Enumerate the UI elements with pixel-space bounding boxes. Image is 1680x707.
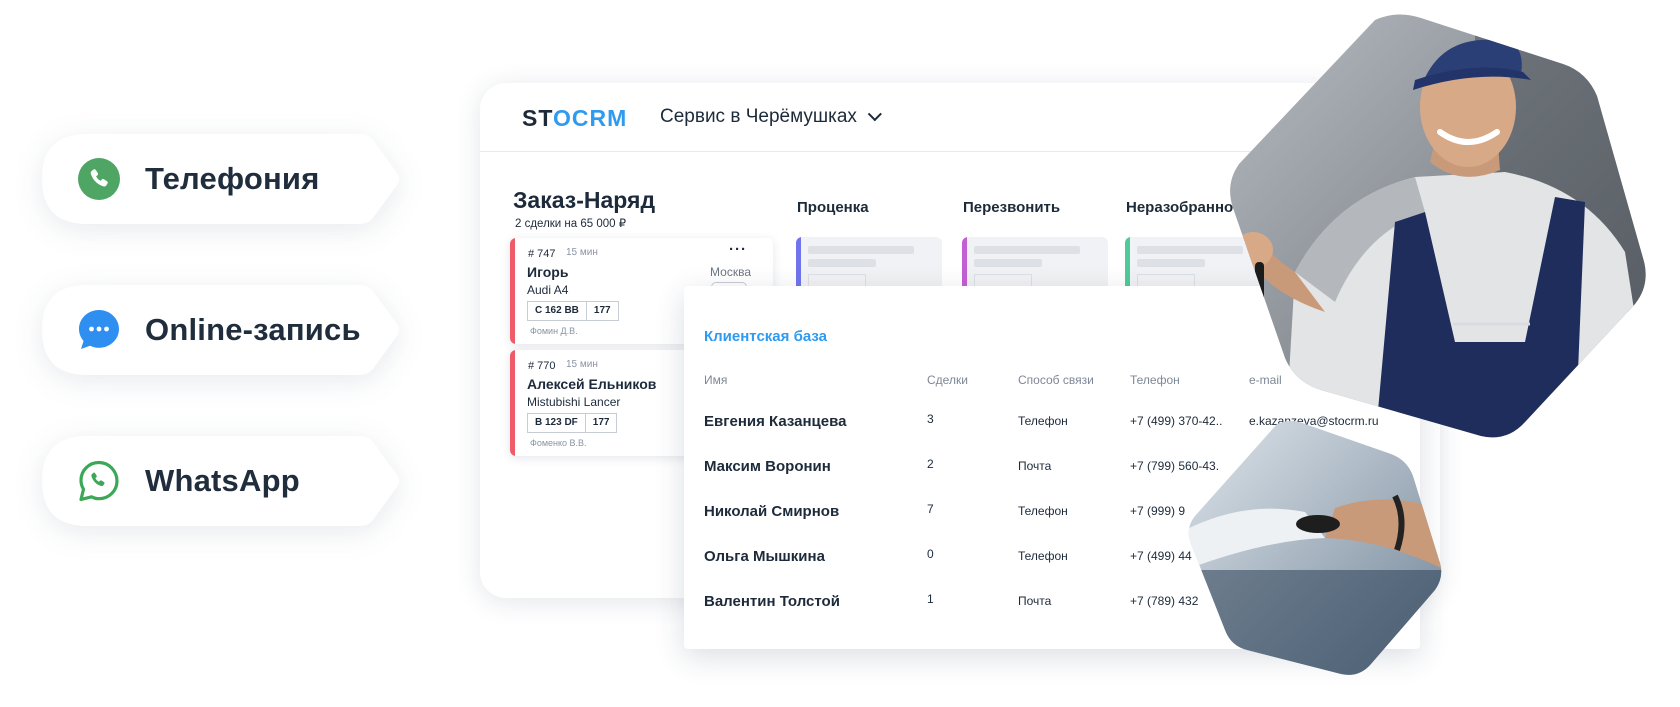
placeholder-card [962, 237, 1108, 293]
client-deals: 1 [927, 592, 934, 606]
order-number: # 747 [528, 248, 556, 260]
client-deals: 7 [927, 502, 934, 516]
client-name: Игорь [527, 264, 569, 280]
license-plate: В 123 DF 177 [527, 413, 618, 433]
client-name: Евгения Казанцева [704, 413, 847, 430]
column-header-deals[interactable]: Сделки [927, 373, 968, 387]
board-summary: 2 сделки на 65 000 ₽ [515, 218, 627, 230]
car-model: Mistubishi Lancer [527, 395, 621, 409]
phone-icon [78, 158, 120, 200]
board-title: Заказ-Наряд [513, 187, 656, 213]
key-handover-photo [1188, 421, 1442, 675]
manager-name: Фомин Д.В. [530, 326, 578, 336]
stocrm-logo[interactable]: STOCRM [522, 105, 627, 132]
channel-label: Телефония [145, 161, 320, 196]
chevron-down-icon [867, 107, 882, 122]
car-model: Audi A4 [527, 283, 569, 297]
channel-whatsapp[interactable]: WhatsApp [42, 436, 402, 526]
whatsapp-icon [79, 460, 119, 502]
branch-selector[interactable]: Сервис в Черёмушках [660, 106, 882, 128]
channel-label: WhatsApp [145, 463, 300, 498]
client-name: Ольга Мышкина [704, 548, 825, 565]
more-icon[interactable]: ··· [729, 241, 747, 258]
client-contact: Почта [1018, 594, 1052, 608]
client-phone: +7 (999) 9 [1130, 504, 1186, 518]
client-phone: +7 (499) 44 [1130, 549, 1192, 563]
order-time: 15 мин [566, 359, 598, 370]
mechanic-photo [1230, 14, 1646, 438]
column-header-phone[interactable]: Телефон [1130, 373, 1180, 387]
client-name: Валентин Толстой [704, 593, 840, 610]
branch-label: Сервис в Черёмушках [660, 106, 857, 127]
manager-name: Фоменко В.В. [530, 438, 587, 448]
client-name: Алексей Ельников [527, 376, 657, 392]
client-deals: 0 [927, 547, 934, 561]
client-contact: Почта [1018, 459, 1052, 473]
channel-telephony[interactable]: Телефония [42, 134, 402, 224]
license-plate: С 162 ВВ 177 [527, 301, 619, 321]
stage-title-perezvonit[interactable]: Перезвонить [963, 199, 1060, 216]
order-number: # 770 [528, 360, 556, 372]
chat-icon [79, 310, 119, 349]
client-contact: Телефон [1018, 414, 1068, 428]
client-base-title[interactable]: Клиентская база [704, 328, 827, 345]
client-contact: Телефон [1018, 504, 1068, 518]
client-name: Максим Воронин [704, 458, 831, 475]
client-name: Николай Смирнов [704, 503, 840, 520]
placeholder-card [796, 237, 942, 293]
client-deals: 2 [927, 457, 934, 471]
column-header-contact[interactable]: Способ связи [1018, 373, 1094, 387]
client-deals: 3 [927, 412, 934, 426]
stage-title-procenka[interactable]: Проценка [797, 199, 869, 216]
order-time: 15 мин [566, 247, 598, 258]
client-contact: Телефон [1018, 549, 1068, 563]
channel-label: Online-запись [145, 312, 361, 347]
order-city: Москва [710, 265, 751, 279]
channel-online-booking[interactable]: Online-запись [42, 285, 402, 375]
column-header-name[interactable]: Имя [704, 373, 727, 387]
